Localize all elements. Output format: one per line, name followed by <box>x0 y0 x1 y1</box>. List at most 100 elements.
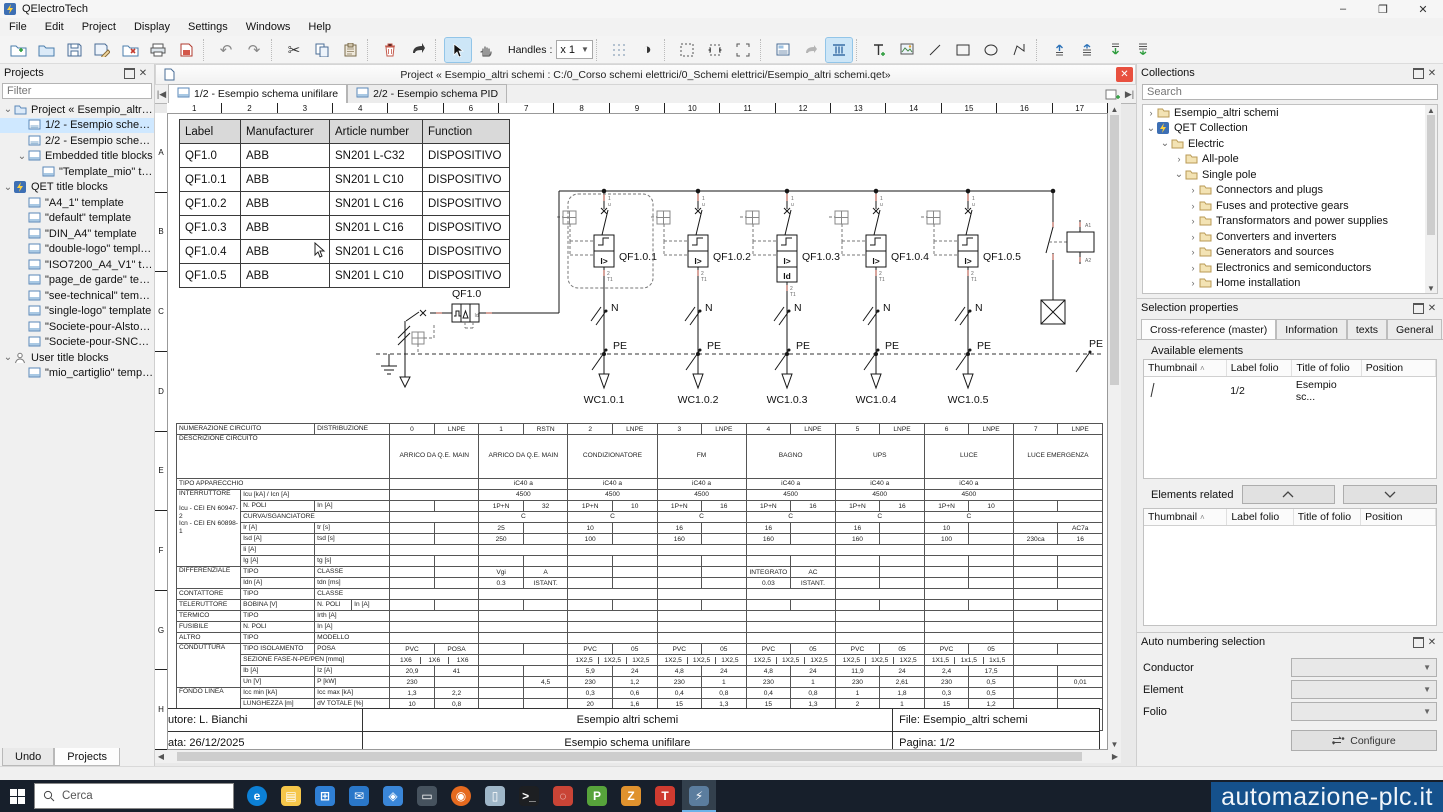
projects-tree-item[interactable]: ⌄ QET title blocks <box>0 180 154 196</box>
save-icon[interactable] <box>61 38 87 62</box>
projects-tree-item[interactable]: "Societe-pour-Alstom2... <box>0 319 154 335</box>
horizontal-scrollbar[interactable]: ◀ ▶ <box>155 750 1121 763</box>
projects-tree-item[interactable]: "ISO7200_A4_V1" templ... <box>0 257 154 273</box>
collections-tree-item[interactable]: ⌄ Single pole <box>1143 167 1437 183</box>
chevron-down-icon[interactable]: ⌄ <box>2 104 14 115</box>
projects-tree-item[interactable]: "mio_cartiglio" template <box>0 366 154 382</box>
chevron-down-icon[interactable]: ⌄ <box>2 182 14 193</box>
projects-tree-item[interactable]: "page_de garde" templ... <box>0 273 154 289</box>
cut-icon[interactable]: ✂ <box>281 38 307 62</box>
chevron-down-icon[interactable]: ⌄ <box>1145 123 1157 134</box>
list-header[interactable]: Label folio <box>1226 360 1293 377</box>
menu-windows[interactable]: Windows <box>237 19 300 35</box>
new-project-icon[interactable] <box>5 38 31 62</box>
close-project-icon[interactable] <box>117 38 143 62</box>
collections-tree-item[interactable]: › Esempio_altri schemi <box>1143 105 1437 121</box>
chevron-right-icon[interactable]: › <box>1187 185 1199 195</box>
taskbar-app-terminal[interactable]: >_ <box>512 780 546 812</box>
redo-icon[interactable]: ↷ <box>241 38 267 62</box>
taskbar-app-notes[interactable]: ▯ <box>478 780 512 812</box>
chevron-right-icon[interactable]: › <box>1173 154 1185 164</box>
collections-tree-item[interactable]: › All-pole <box>1143 152 1437 168</box>
collections-tree-item[interactable]: › Transformators and power supplies <box>1143 214 1437 230</box>
selection-area-icon[interactable] <box>674 38 700 62</box>
draw-polyline-icon[interactable] <box>1006 38 1032 62</box>
taskbar-app-firefox[interactable]: ◉ <box>444 780 478 812</box>
chevron-right-icon[interactable]: › <box>1187 216 1199 226</box>
folio-tab[interactable]: 1/2 - Esempio schema unifilare <box>168 84 348 103</box>
selection-tab[interactable]: General <box>1387 319 1443 339</box>
chevron-right-icon[interactable]: › <box>1187 263 1199 273</box>
project-window-titlebar[interactable]: Project « Esempio_altri schemi : C:/0_Co… <box>155 64 1136 85</box>
taskbar-app-edge[interactable]: e <box>240 780 274 812</box>
configure-button[interactable]: Configure <box>1291 730 1437 751</box>
start-button[interactable] <box>0 780 34 812</box>
grid-icon[interactable] <box>606 38 632 62</box>
list-header[interactable]: Position <box>1361 360 1436 377</box>
list-header[interactable]: Thumbnail ˄ <box>1144 509 1228 526</box>
vertical-scrollbar[interactable]: ▲ ▼ <box>1108 103 1121 750</box>
move-paste-icon[interactable] <box>405 38 431 62</box>
close-panel-icon[interactable]: ✕ <box>1425 636 1439 649</box>
projects-tree-item[interactable]: "double-logo" template <box>0 242 154 258</box>
last-folio-icon[interactable]: ▶| <box>1123 85 1136 103</box>
menu-project[interactable]: Project <box>73 19 125 35</box>
float-panel-icon[interactable] <box>122 67 136 80</box>
bring-to-front-icon[interactable] <box>1074 38 1100 62</box>
float-panel-icon[interactable] <box>1411 67 1425 80</box>
collections-tree-item[interactable]: › Fuses and protective gears <box>1143 198 1437 214</box>
taskbar-search[interactable]: Cerca <box>34 783 234 809</box>
select-mode-icon[interactable] <box>444 36 472 63</box>
taskbar-app-photos[interactable]: ◈ <box>376 780 410 812</box>
selection-expand-icon[interactable] <box>702 38 728 62</box>
projects-tree-item[interactable]: "Societe-pour-SNCF2" ... <box>0 335 154 351</box>
close-panel-icon[interactable]: ✕ <box>1425 302 1439 315</box>
projects-tree-item[interactable]: ⌄ User title blocks <box>0 350 154 366</box>
first-folio-icon[interactable]: |◀ <box>155 85 168 103</box>
selection-tab[interactable]: Cross-reference (master) <box>1141 319 1277 339</box>
collections-tree-item[interactable]: › Converters and inverters <box>1143 229 1437 245</box>
chevron-down-icon[interactable]: ⌄ <box>1173 169 1185 180</box>
chevron-down-icon[interactable]: ⌄ <box>2 352 14 363</box>
taskbar-app-app-orange[interactable]: Z <box>614 780 648 812</box>
projects-tree-item[interactable]: "see-technical" template <box>0 288 154 304</box>
list-header[interactable]: Thumbnail ˄ <box>1144 360 1227 377</box>
save-as-icon[interactable] <box>89 38 115 62</box>
taskbar-app-app-p-green[interactable]: P <box>580 780 614 812</box>
taskbar-app-qelectrotech[interactable]: ⚡ <box>682 780 716 812</box>
menu-settings[interactable]: Settings <box>179 19 237 35</box>
collections-tree-item[interactable]: › Electronics and semiconductors <box>1143 260 1437 276</box>
float-panel-icon[interactable] <box>1411 302 1425 315</box>
component-table-row[interactable]: QF1.0.4 ABB SN201 L C16 DISPOSITIVO <box>179 239 510 264</box>
close-button[interactable]: ✕ <box>1403 0 1443 18</box>
projects-tree-item[interactable]: ⌄ Embedded title blocks <box>0 149 154 165</box>
taskbar-app-file-explorer[interactable]: ▤ <box>274 780 308 812</box>
dock-tab-projects[interactable]: Projects <box>54 748 121 766</box>
menu-help[interactable]: Help <box>299 19 340 35</box>
taskbar-app-app-t-red[interactable]: T <box>648 780 682 812</box>
send-to-back-icon[interactable] <box>1130 38 1156 62</box>
element-select[interactable]: ▼ <box>1291 680 1437 699</box>
conductor-select[interactable]: ▼ <box>1291 658 1437 677</box>
collections-scrollbar[interactable]: ▲ ▼ <box>1425 105 1437 293</box>
projects-tree-item[interactable]: "DIN_A4" template <box>0 226 154 242</box>
menu-edit[interactable]: Edit <box>36 19 73 35</box>
titleblock-editor-icon[interactable] <box>770 38 796 62</box>
list-header[interactable]: Title of folio <box>1291 360 1362 377</box>
lower-icon[interactable] <box>1102 38 1128 62</box>
list-header[interactable]: Label folio <box>1226 509 1294 526</box>
edit-columns-icon[interactable] <box>824 36 853 63</box>
move-up-button[interactable] <box>1241 485 1336 504</box>
collections-tree-item[interactable]: › Generators and sources <box>1143 245 1437 261</box>
delete-icon[interactable] <box>377 38 403 62</box>
projects-tree-item[interactable]: 2/2 - Esempio schema ... <box>0 133 154 149</box>
collections-tree-item[interactable]: › Connectors and plugs <box>1143 183 1437 199</box>
component-table-row[interactable]: QF1.0 ABB SN201 L-C32 DISPOSITIVO <box>179 143 510 168</box>
pan-mode-icon[interactable] <box>473 38 499 62</box>
export-icon[interactable] <box>173 38 199 62</box>
paste-icon[interactable] <box>337 38 363 62</box>
available-element-row[interactable]: 1/2 Esempio sc... <box>1144 377 1436 406</box>
folio-tab[interactable]: 2/2 - Esempio schema PID <box>347 84 508 103</box>
move-down-button[interactable] <box>1343 485 1438 504</box>
add-folio-icon[interactable] <box>1101 85 1123 103</box>
